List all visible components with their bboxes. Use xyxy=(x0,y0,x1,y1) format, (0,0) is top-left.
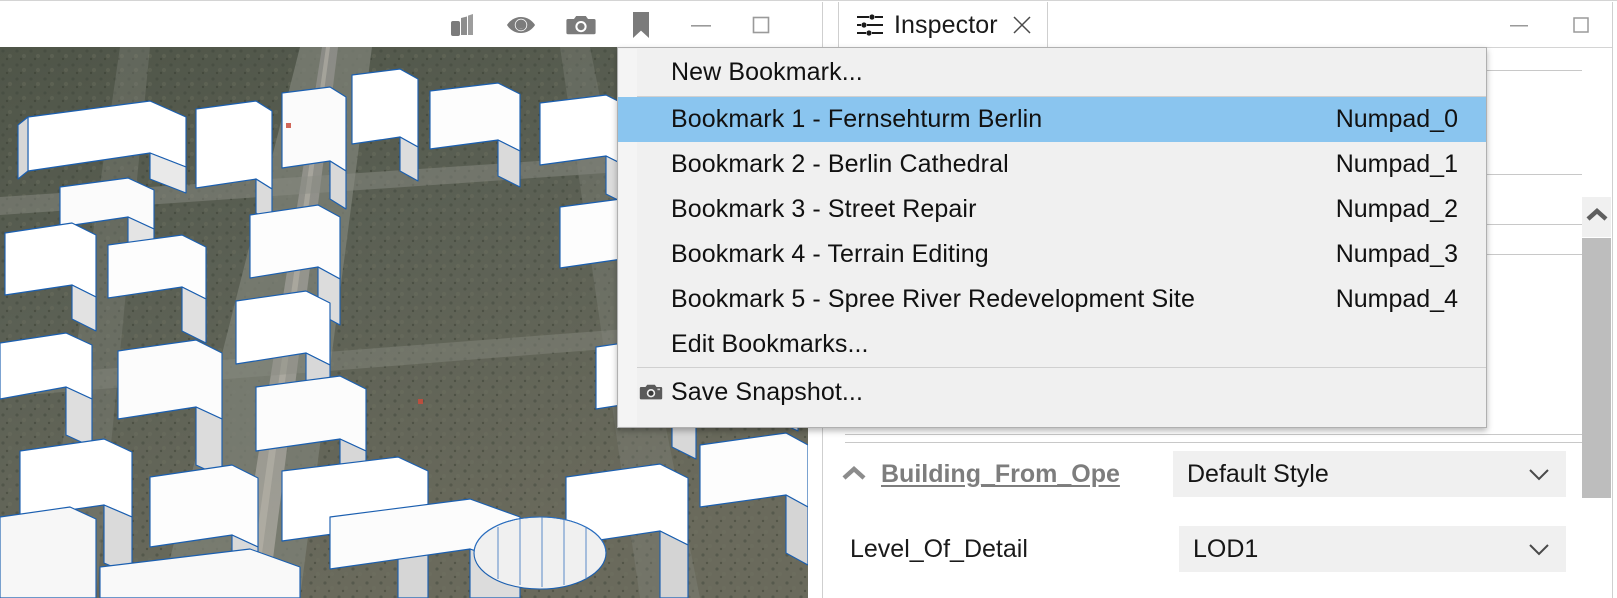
menu-item-label: Bookmark 3 - Street Repair xyxy=(671,195,977,223)
menu-item-label: Bookmark 4 - Terrain Editing xyxy=(671,240,989,268)
menu-item-new-bookmark[interactable]: New Bookmark... xyxy=(618,48,1486,96)
eye-icon[interactable] xyxy=(504,8,538,42)
property-name-level-of-detail: Level_Of_Detail xyxy=(850,534,1028,563)
menu-item-shortcut: Numpad_2 xyxy=(1335,195,1458,223)
inspector-window-controls xyxy=(1504,2,1596,48)
menu-item-shortcut: Numpad_4 xyxy=(1335,285,1458,313)
menu-item-save-snapshot[interactable]: Save Snapshot... xyxy=(618,368,1486,416)
menu-item-shortcut: Numpad_1 xyxy=(1335,150,1458,178)
style-dropdown[interactable]: Default Style xyxy=(1173,451,1566,497)
close-icon[interactable] xyxy=(1011,14,1033,36)
menu-item-list: New Bookmark... Bookmark 1 - Fernsehturm … xyxy=(618,48,1486,427)
menu-item-bookmark-1[interactable]: Bookmark 1 - Fernsehturm Berlin Numpad_0 xyxy=(618,97,1486,142)
inspector-tabbar: Inspector xyxy=(823,2,1612,48)
menu-item-shortcut: Numpad_3 xyxy=(1335,240,1458,268)
viewport-toolbar xyxy=(0,0,818,47)
menu-item-label: Save Snapshot... xyxy=(671,377,864,406)
menu-item-edit-bookmarks[interactable]: Edit Bookmarks... xyxy=(618,322,1486,367)
chevron-down-icon xyxy=(1526,461,1552,487)
chevron-up-icon xyxy=(1585,206,1609,229)
maximize-icon[interactable] xyxy=(744,8,778,42)
camera-icon xyxy=(639,382,663,402)
layers-icon[interactable] xyxy=(444,8,478,42)
property-row-style: Building_From_Ope Default Style xyxy=(823,450,1612,498)
style-dropdown-value: Default Style xyxy=(1187,459,1329,488)
menu-item-label: Edit Bookmarks... xyxy=(671,330,869,358)
menu-item-label: Bookmark 1 - Fernsehturm Berlin xyxy=(671,105,1043,133)
tab-inspector-label: Inspector xyxy=(894,10,998,39)
lod-dropdown-value: LOD1 xyxy=(1193,534,1259,563)
scroll-up-button[interactable] xyxy=(1582,197,1611,237)
menu-item-label: New Bookmark... xyxy=(671,57,863,86)
menu-item-label: Bookmark 5 - Spree River Redevelopment S… xyxy=(671,285,1195,313)
bookmark-icon[interactable] xyxy=(624,8,658,42)
lod-dropdown[interactable]: LOD1 xyxy=(1179,526,1566,572)
minimize-icon[interactable] xyxy=(684,8,718,42)
inspector-divider xyxy=(845,434,1582,435)
bookmark-dropdown-menu: New Bookmark... Bookmark 1 - Fernsehturm … xyxy=(617,47,1487,428)
property-name-building-from-ope[interactable]: Building_From_Ope xyxy=(881,460,1120,489)
inspector-divider xyxy=(845,442,1582,443)
menu-item-bookmark-2[interactable]: Bookmark 2 - Berlin Cathedral Numpad_1 xyxy=(618,142,1486,187)
maximize-icon[interactable] xyxy=(1566,10,1596,40)
menu-item-bookmark-3[interactable]: Bookmark 3 - Street Repair Numpad_2 xyxy=(618,187,1486,232)
viewport-toolbar-buttons xyxy=(444,1,778,48)
chevron-down-icon xyxy=(1526,536,1552,562)
sliders-icon xyxy=(855,12,885,38)
menu-item-label: Bookmark 2 - Berlin Cathedral xyxy=(671,150,1009,178)
property-row-lod: Level_Of_Detail LOD1 xyxy=(823,525,1612,573)
minimize-icon[interactable] xyxy=(1504,10,1534,40)
menu-item-bookmark-5[interactable]: Bookmark 5 - Spree River Redevelopment S… xyxy=(618,277,1486,322)
app-window: Inspector Building_From_Ope Default Styl… xyxy=(0,0,1617,598)
menu-item-bookmark-4[interactable]: Bookmark 4 - Terrain Editing Numpad_3 xyxy=(618,232,1486,277)
collapse-chevron-icon[interactable] xyxy=(839,459,869,489)
menu-item-shortcut: Numpad_0 xyxy=(1335,105,1458,133)
tab-inspector[interactable]: Inspector xyxy=(838,2,1048,48)
camera-icon[interactable] xyxy=(564,8,598,42)
